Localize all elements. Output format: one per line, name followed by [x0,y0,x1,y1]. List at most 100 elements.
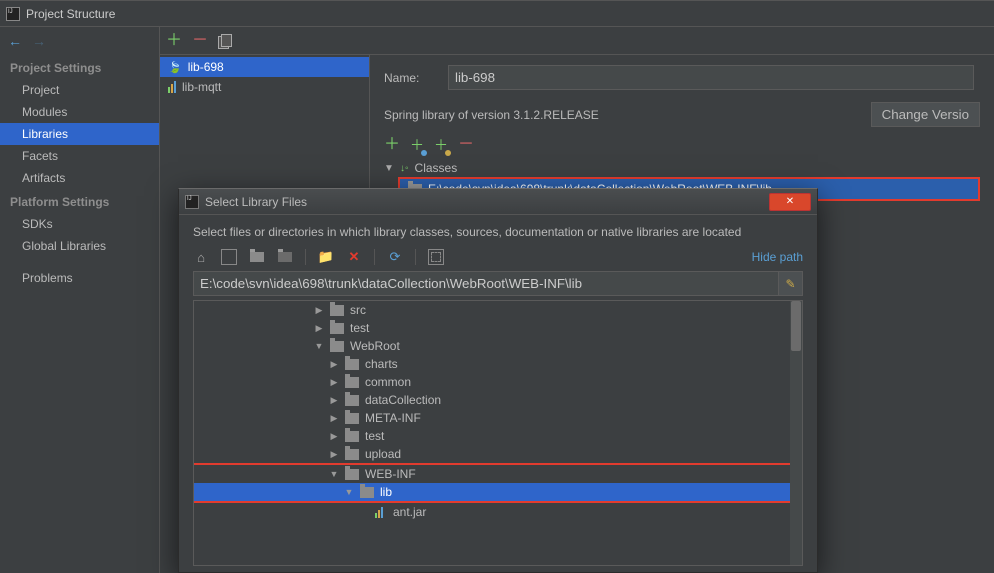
library-item-label: lib-698 [188,60,224,74]
add-library-button[interactable]: ＋ [166,33,182,49]
sidebar-item-artifacts[interactable]: Artifacts [0,167,159,189]
nav-toolbar: ← → [0,27,159,55]
remove-classes-button[interactable]: － [458,137,474,153]
sidebar-item-project[interactable]: Project [0,79,159,101]
tree-folder[interactable]: ▼ WEB-INF [194,465,802,483]
tree-label: lib [380,485,392,499]
library-item-lib-mqtt[interactable]: lib-mqtt [160,77,369,97]
add-doc-button[interactable]: ＋ [434,135,448,155]
tree-folder[interactable]: ▼ lib [194,483,802,501]
titlebar: Project Structure [0,1,994,27]
tree-folder[interactable]: ▶ upload [194,445,802,463]
folder-icon [330,305,344,316]
sidebar-item-modules[interactable]: Modules [0,101,159,123]
add-sources-button[interactable]: ＋ [410,135,424,155]
file-tree[interactable]: ▶src▶test▼WebRoot▶charts▶common▶dataColl… [193,300,803,566]
tree-arrow-icon[interactable]: ▼ [314,341,324,351]
tree-arrow-icon[interactable]: ▼ [344,487,354,497]
jar-icon [375,506,387,518]
tree-label: ant.jar [393,505,426,519]
tree-folder[interactable]: ▶ dataCollection [194,391,802,409]
module-dir-icon[interactable] [277,249,293,265]
section-header: Platform Settings [0,189,159,213]
tree-label: META-INF [365,411,421,425]
tree-label: WEB-INF [365,467,416,481]
path-input[interactable] [193,271,779,296]
tree-arrow-icon[interactable]: ▶ [329,449,339,460]
classes-icon: ↓◦ [400,163,409,174]
folder-icon [345,449,359,460]
tree-file[interactable]: ant.jar [194,503,802,521]
change-version-button[interactable]: Change Versio [871,102,980,127]
folder-icon [345,431,359,442]
section-header: Project Settings [0,55,159,79]
ide-icon [6,7,20,21]
tree-arrow-icon[interactable]: ▶ [329,395,339,406]
tree-folder[interactable]: ▶ common [194,373,802,391]
folder-icon [330,341,344,352]
tree-folder[interactable]: ▶ test [194,427,802,445]
delete-icon[interactable]: ✕ [346,249,362,265]
jar-bars-icon [168,81,176,93]
tree-folder[interactable]: ▶ src [194,301,802,319]
spring-version-text: Spring library of version 3.1.2.RELEASE [384,108,599,122]
tree-label: WebRoot [350,339,400,353]
dialog-toolbar: ⌂ 📁 ✕ ⟳ [193,249,444,265]
add-classes-button[interactable]: ＋ [384,137,400,153]
sidebar-item-libraries[interactable]: Libraries [0,123,159,145]
tree-arrow-icon[interactable]: ▶ [314,323,324,334]
tree-arrow-icon[interactable]: ▶ [329,431,339,442]
select-library-files-dialog: Select Library Files ✕ Select files or d… [178,188,818,573]
refresh-icon[interactable]: ⟳ [387,249,403,265]
classes-toolbar: ＋ ＋ ＋ － [384,133,980,159]
sidebar-item-facets[interactable]: Facets [0,145,159,167]
classes-node[interactable]: ▼ ↓◦ Classes [384,159,980,177]
tree-label: common [365,375,411,389]
tree-label: test [365,429,384,443]
nav-back-icon[interactable]: ← [8,33,22,49]
nav-forward-icon[interactable]: → [32,33,46,49]
dialog-instruction: Select files or directories in which lib… [193,225,803,239]
tree-label: upload [365,447,401,461]
sidebar: ← → Project SettingsProjectModulesLibrar… [0,27,160,573]
tree-folder[interactable]: ▼ WebRoot [194,337,802,355]
ide-icon [185,195,199,209]
sidebar-item-global-libraries[interactable]: Global Libraries [0,235,159,257]
show-hidden-icon[interactable] [428,249,444,265]
close-icon[interactable]: ✕ [769,193,811,211]
dialog-title: Select Library Files [205,195,307,209]
library-item-label: lib-mqtt [182,80,221,94]
tree-label: test [350,321,369,335]
tree-folder[interactable]: ▶ META-INF [194,409,802,427]
tree-arrow-icon[interactable]: ▶ [329,413,339,424]
window-title: Project Structure [26,7,115,21]
tree-arrow-icon[interactable]: ▶ [329,359,339,370]
desktop-icon[interactable] [221,249,237,265]
scrollbar[interactable] [790,301,802,565]
tree-label: dataCollection [365,393,441,407]
copy-icon[interactable] [218,34,232,48]
tree-arrow-icon[interactable]: ▼ [329,469,339,479]
tree-folder[interactable]: ▶charts [194,355,802,373]
hide-path-link[interactable]: Hide path [752,250,803,264]
library-name-input[interactable] [448,65,974,90]
folder-icon [345,395,359,406]
folder-icon [360,487,374,498]
home-icon[interactable]: ⌂ [193,249,209,265]
expand-arrow-icon[interactable]: ▼ [384,163,394,174]
dialog-titlebar[interactable]: Select Library Files ✕ [179,189,817,215]
tree-arrow-icon[interactable]: ▶ [314,305,324,316]
project-dir-icon[interactable] [249,249,265,265]
sidebar-item-problems[interactable]: Problems [0,267,159,289]
sidebar-item-sdks[interactable]: SDKs [0,213,159,235]
folder-icon [345,413,359,424]
tree-folder[interactable]: ▶ test [194,319,802,337]
new-folder-icon[interactable]: 📁 [318,249,334,265]
remove-library-button[interactable]: － [192,33,208,49]
path-history-button[interactable]: ✎ [779,271,803,296]
folder-icon [345,359,359,370]
tree-arrow-icon[interactable]: ▶ [329,377,339,388]
tree-label: src [350,303,366,317]
spring-leaf-icon: 🍃 [168,61,182,74]
library-item-lib-698[interactable]: 🍃 lib-698 [160,57,369,77]
